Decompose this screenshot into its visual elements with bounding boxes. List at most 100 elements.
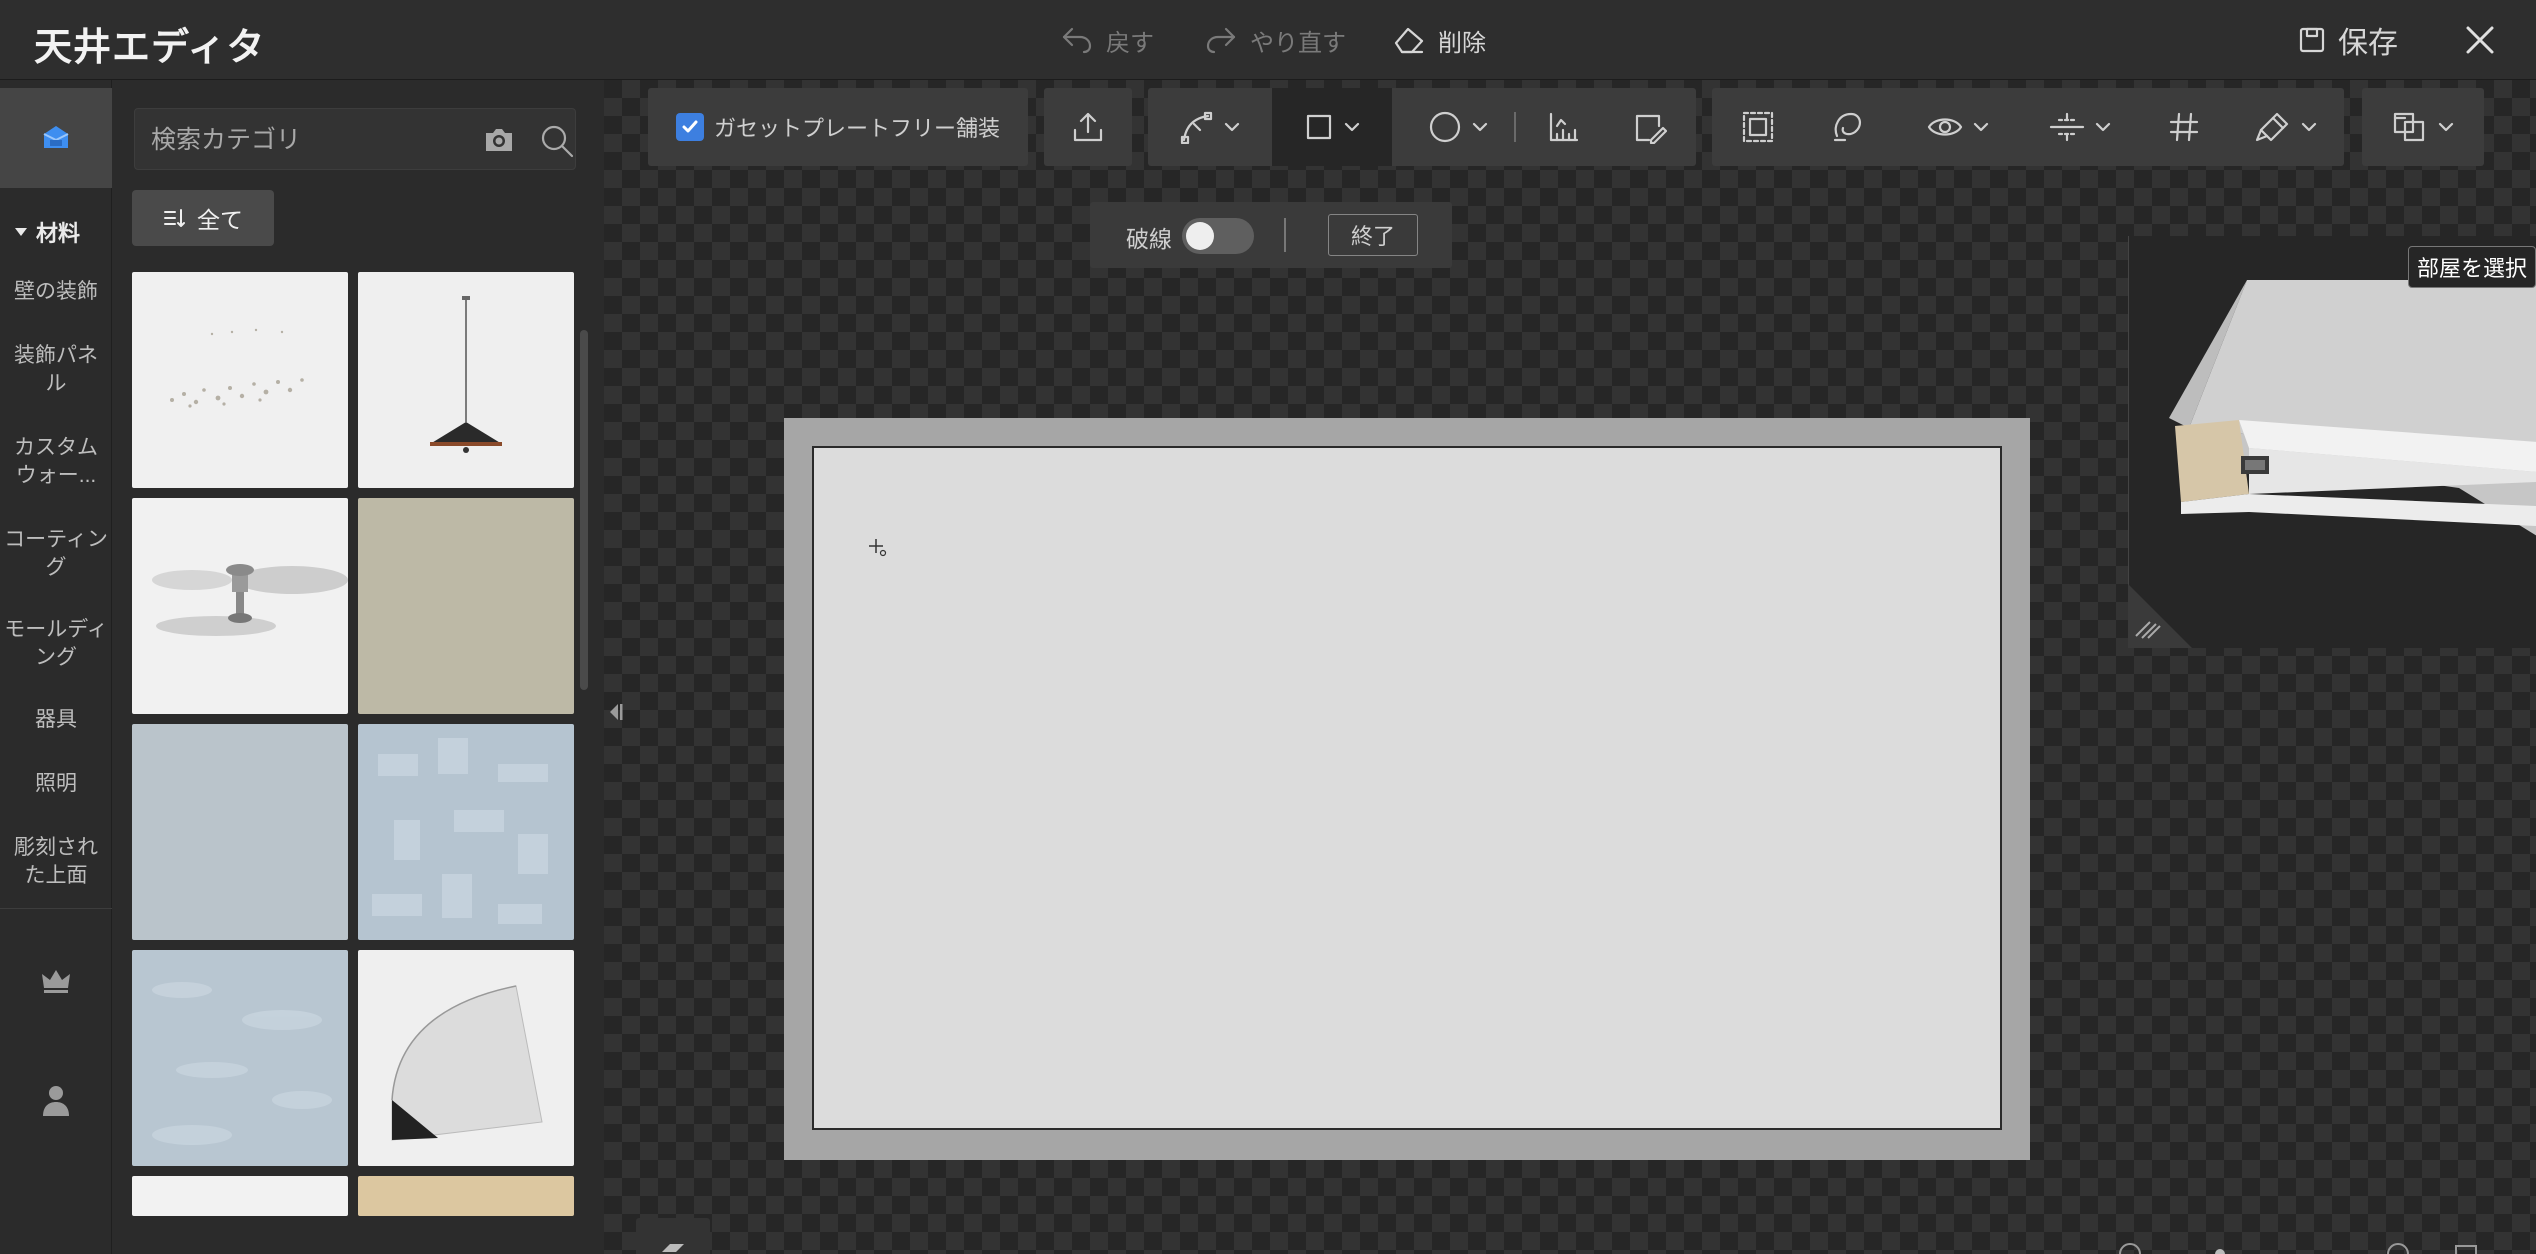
- pen-curve-tool[interactable]: [1162, 88, 1258, 166]
- rectangle-tool[interactable]: [1272, 88, 1392, 166]
- paint-icon: [2255, 112, 2289, 142]
- undo-button[interactable]: 戻す: [1060, 20, 1154, 60]
- layers-icon: [2393, 112, 2425, 142]
- rail-materials-tab[interactable]: [0, 88, 112, 188]
- visibility-tool[interactable]: [1908, 88, 2008, 166]
- select-room-button[interactable]: 部屋を選択: [2408, 246, 2536, 288]
- save-button[interactable]: 保存: [2298, 18, 2398, 62]
- lasso-tool[interactable]: [1812, 88, 1884, 166]
- view-toggle-button[interactable]: [636, 1218, 710, 1254]
- align-icon: [2049, 112, 2085, 142]
- search-input[interactable]: [151, 121, 431, 159]
- collapse-panel-icon[interactable]: [606, 698, 626, 726]
- toolbar-upload-group: [1044, 88, 1132, 166]
- ruler-tool[interactable]: [1528, 88, 1600, 166]
- sort-icon: [164, 209, 185, 227]
- material-thumb-crystal-light[interactable]: [132, 272, 348, 488]
- rail-section-header[interactable]: 材料: [14, 216, 80, 248]
- crystal-light-image: [170, 328, 304, 408]
- layers-tool[interactable]: [2362, 88, 2484, 166]
- camera-icon[interactable]: [483, 125, 515, 155]
- grid-tool[interactable]: [2148, 88, 2220, 166]
- edit-panel-icon: [1635, 114, 1667, 144]
- rail-item-carved-top[interactable]: 彫刻された上面: [4, 834, 108, 890]
- toolbar-view-group: [1712, 88, 2344, 166]
- blue-pattern-image: [372, 738, 548, 924]
- gasket-checkbox[interactable]: ガセットプレートフリー舗装: [676, 88, 1016, 166]
- redo-button[interactable]: やり直す: [1204, 20, 1346, 60]
- checkbox-checked-icon: [676, 113, 704, 141]
- chevron-down-icon: [2301, 122, 2317, 132]
- select-area-tool[interactable]: [1722, 88, 1794, 166]
- search-icon[interactable]: [539, 123, 575, 159]
- delete-label: 削除: [1438, 29, 1486, 57]
- save-icon: [2299, 27, 2325, 53]
- pendant-lamp-image: [430, 296, 502, 453]
- grid-icon: [2169, 112, 2199, 142]
- material-thumb-beige[interactable]: [358, 498, 574, 714]
- eye-icon: [1927, 118, 1963, 136]
- edit-panel-tool[interactable]: [1614, 88, 1686, 166]
- chevron-down-icon: [1344, 122, 1360, 132]
- resize-handle-icon[interactable]: [2128, 584, 2192, 648]
- zoom-controls[interactable]: [2080, 1238, 2536, 1254]
- toolbar-separator: [1514, 112, 1516, 142]
- material-thumb-white-panel[interactable]: [132, 1176, 348, 1216]
- filter-all-button[interactable]: 全て: [132, 190, 274, 246]
- break-bar-separator: [1284, 218, 1286, 252]
- material-thumb-sandstone[interactable]: [358, 1176, 574, 1216]
- app-title: 天井エディタ: [34, 27, 266, 69]
- redo-label: やり直す: [1250, 29, 1346, 57]
- delete-button[interactable]: 削除: [1392, 20, 1486, 60]
- undo-icon: [1062, 27, 1092, 54]
- eraser-icon: [1394, 27, 1424, 54]
- material-thumb-blue-marble[interactable]: [132, 950, 348, 1166]
- upload-icon: [1073, 112, 1103, 142]
- rail-item-wall-decoration[interactable]: 壁の装飾: [4, 278, 108, 306]
- caret-down-icon: [15, 228, 27, 236]
- search-box: [134, 108, 576, 170]
- material-thumb-ceiling-fan[interactable]: [132, 498, 348, 714]
- cove-molding-image: [391, 985, 543, 1141]
- close-icon: [2466, 26, 2494, 54]
- material-thumb-pendant-lamp[interactable]: [358, 272, 574, 488]
- rail-section-label: 材料: [36, 221, 81, 246]
- filter-label: 全て: [197, 207, 243, 233]
- rail-divider: [0, 908, 112, 909]
- break-line-toggle[interactable]: [1182, 218, 1254, 254]
- chevron-down-icon: [2095, 122, 2111, 132]
- rail-item-molding[interactable]: モールディング: [4, 616, 108, 672]
- rail-item-decor-panel[interactable]: 装飾パネル: [4, 342, 108, 398]
- select-area-icon: [1742, 111, 1774, 143]
- ceiling-surface[interactable]: [812, 446, 2002, 1130]
- finish-button[interactable]: 終了: [1328, 214, 1418, 256]
- materials-box-icon: [43, 126, 69, 148]
- title-bar: 天井エディタ 戻す やり直す 削除 保存: [0, 0, 2536, 80]
- ceiling-fan-image: [152, 564, 348, 636]
- chevron-down-icon: [1472, 122, 1488, 132]
- paint-tool[interactable]: [2236, 88, 2336, 166]
- upload-button[interactable]: [1044, 88, 1132, 166]
- rail-item-fixtures[interactable]: 器具: [4, 706, 108, 734]
- crown-icon[interactable]: [36, 960, 76, 1000]
- material-thumb-blue-pattern[interactable]: [358, 724, 574, 940]
- chevron-down-icon: [2438, 122, 2454, 132]
- undo-label: 戻す: [1106, 29, 1154, 57]
- toolbar-draw-group: [1148, 88, 1696, 166]
- user-icon[interactable]: [36, 1080, 76, 1120]
- rail-item-lighting[interactable]: 照明: [4, 770, 108, 798]
- ruler-icon: [1549, 112, 1579, 142]
- catalog-panel: 全て: [112, 80, 604, 1254]
- catalog-scrollbar[interactable]: [580, 330, 588, 690]
- circle-tool[interactable]: [1410, 88, 1506, 166]
- rail-item-coating[interactable]: コーティング: [4, 526, 108, 582]
- left-rail: 材料 壁の装飾 装飾パネル カスタムウォー... コーティング モールディング …: [0, 80, 112, 1254]
- redo-icon: [1206, 27, 1236, 54]
- material-thumb-cove-molding[interactable]: [358, 950, 574, 1166]
- material-thumb-blue-gray[interactable]: [132, 724, 348, 940]
- close-button[interactable]: [2458, 18, 2502, 62]
- lasso-icon: [1833, 112, 1861, 142]
- break-line-bar: 破線 終了: [1090, 202, 1452, 268]
- rail-item-custom-wall[interactable]: カスタムウォー...: [4, 434, 108, 490]
- align-tool[interactable]: [2030, 88, 2130, 166]
